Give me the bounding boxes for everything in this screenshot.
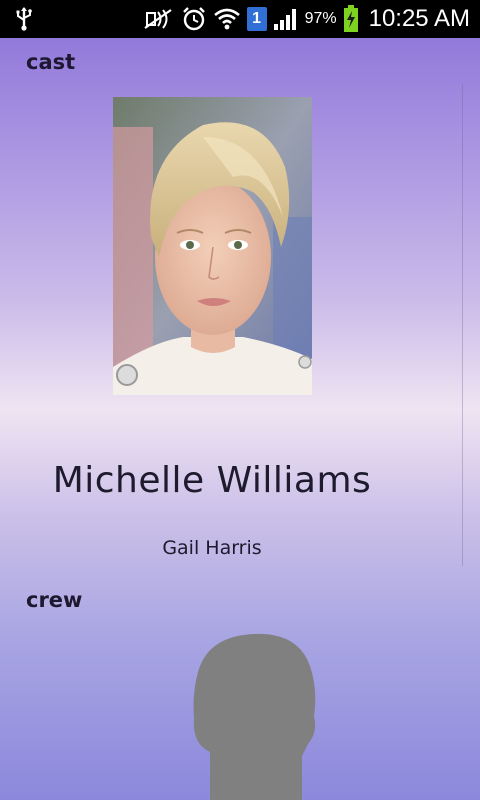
cast-member-role: Gail Harris bbox=[162, 537, 262, 559]
battery-icon bbox=[343, 5, 359, 33]
wifi-icon bbox=[213, 7, 241, 31]
crew-section-label: crew bbox=[26, 588, 83, 612]
cast-section-label: cast bbox=[26, 50, 76, 74]
alarm-icon bbox=[181, 6, 207, 32]
cast-member-photo[interactable] bbox=[113, 97, 312, 395]
clock: 10:25 AM bbox=[368, 5, 470, 32]
status-bar: 1 97% 10:25 AM bbox=[0, 0, 480, 38]
divider bbox=[462, 84, 463, 566]
signal-icon bbox=[273, 7, 299, 31]
placeholder-avatar-icon[interactable] bbox=[190, 632, 322, 800]
notification-badge: 1 bbox=[246, 7, 267, 31]
usb-icon bbox=[14, 6, 34, 32]
mute-icon bbox=[143, 8, 175, 30]
cast-member-name[interactable]: Michelle Williams bbox=[0, 460, 424, 501]
battery-percent: 97% bbox=[304, 10, 337, 27]
